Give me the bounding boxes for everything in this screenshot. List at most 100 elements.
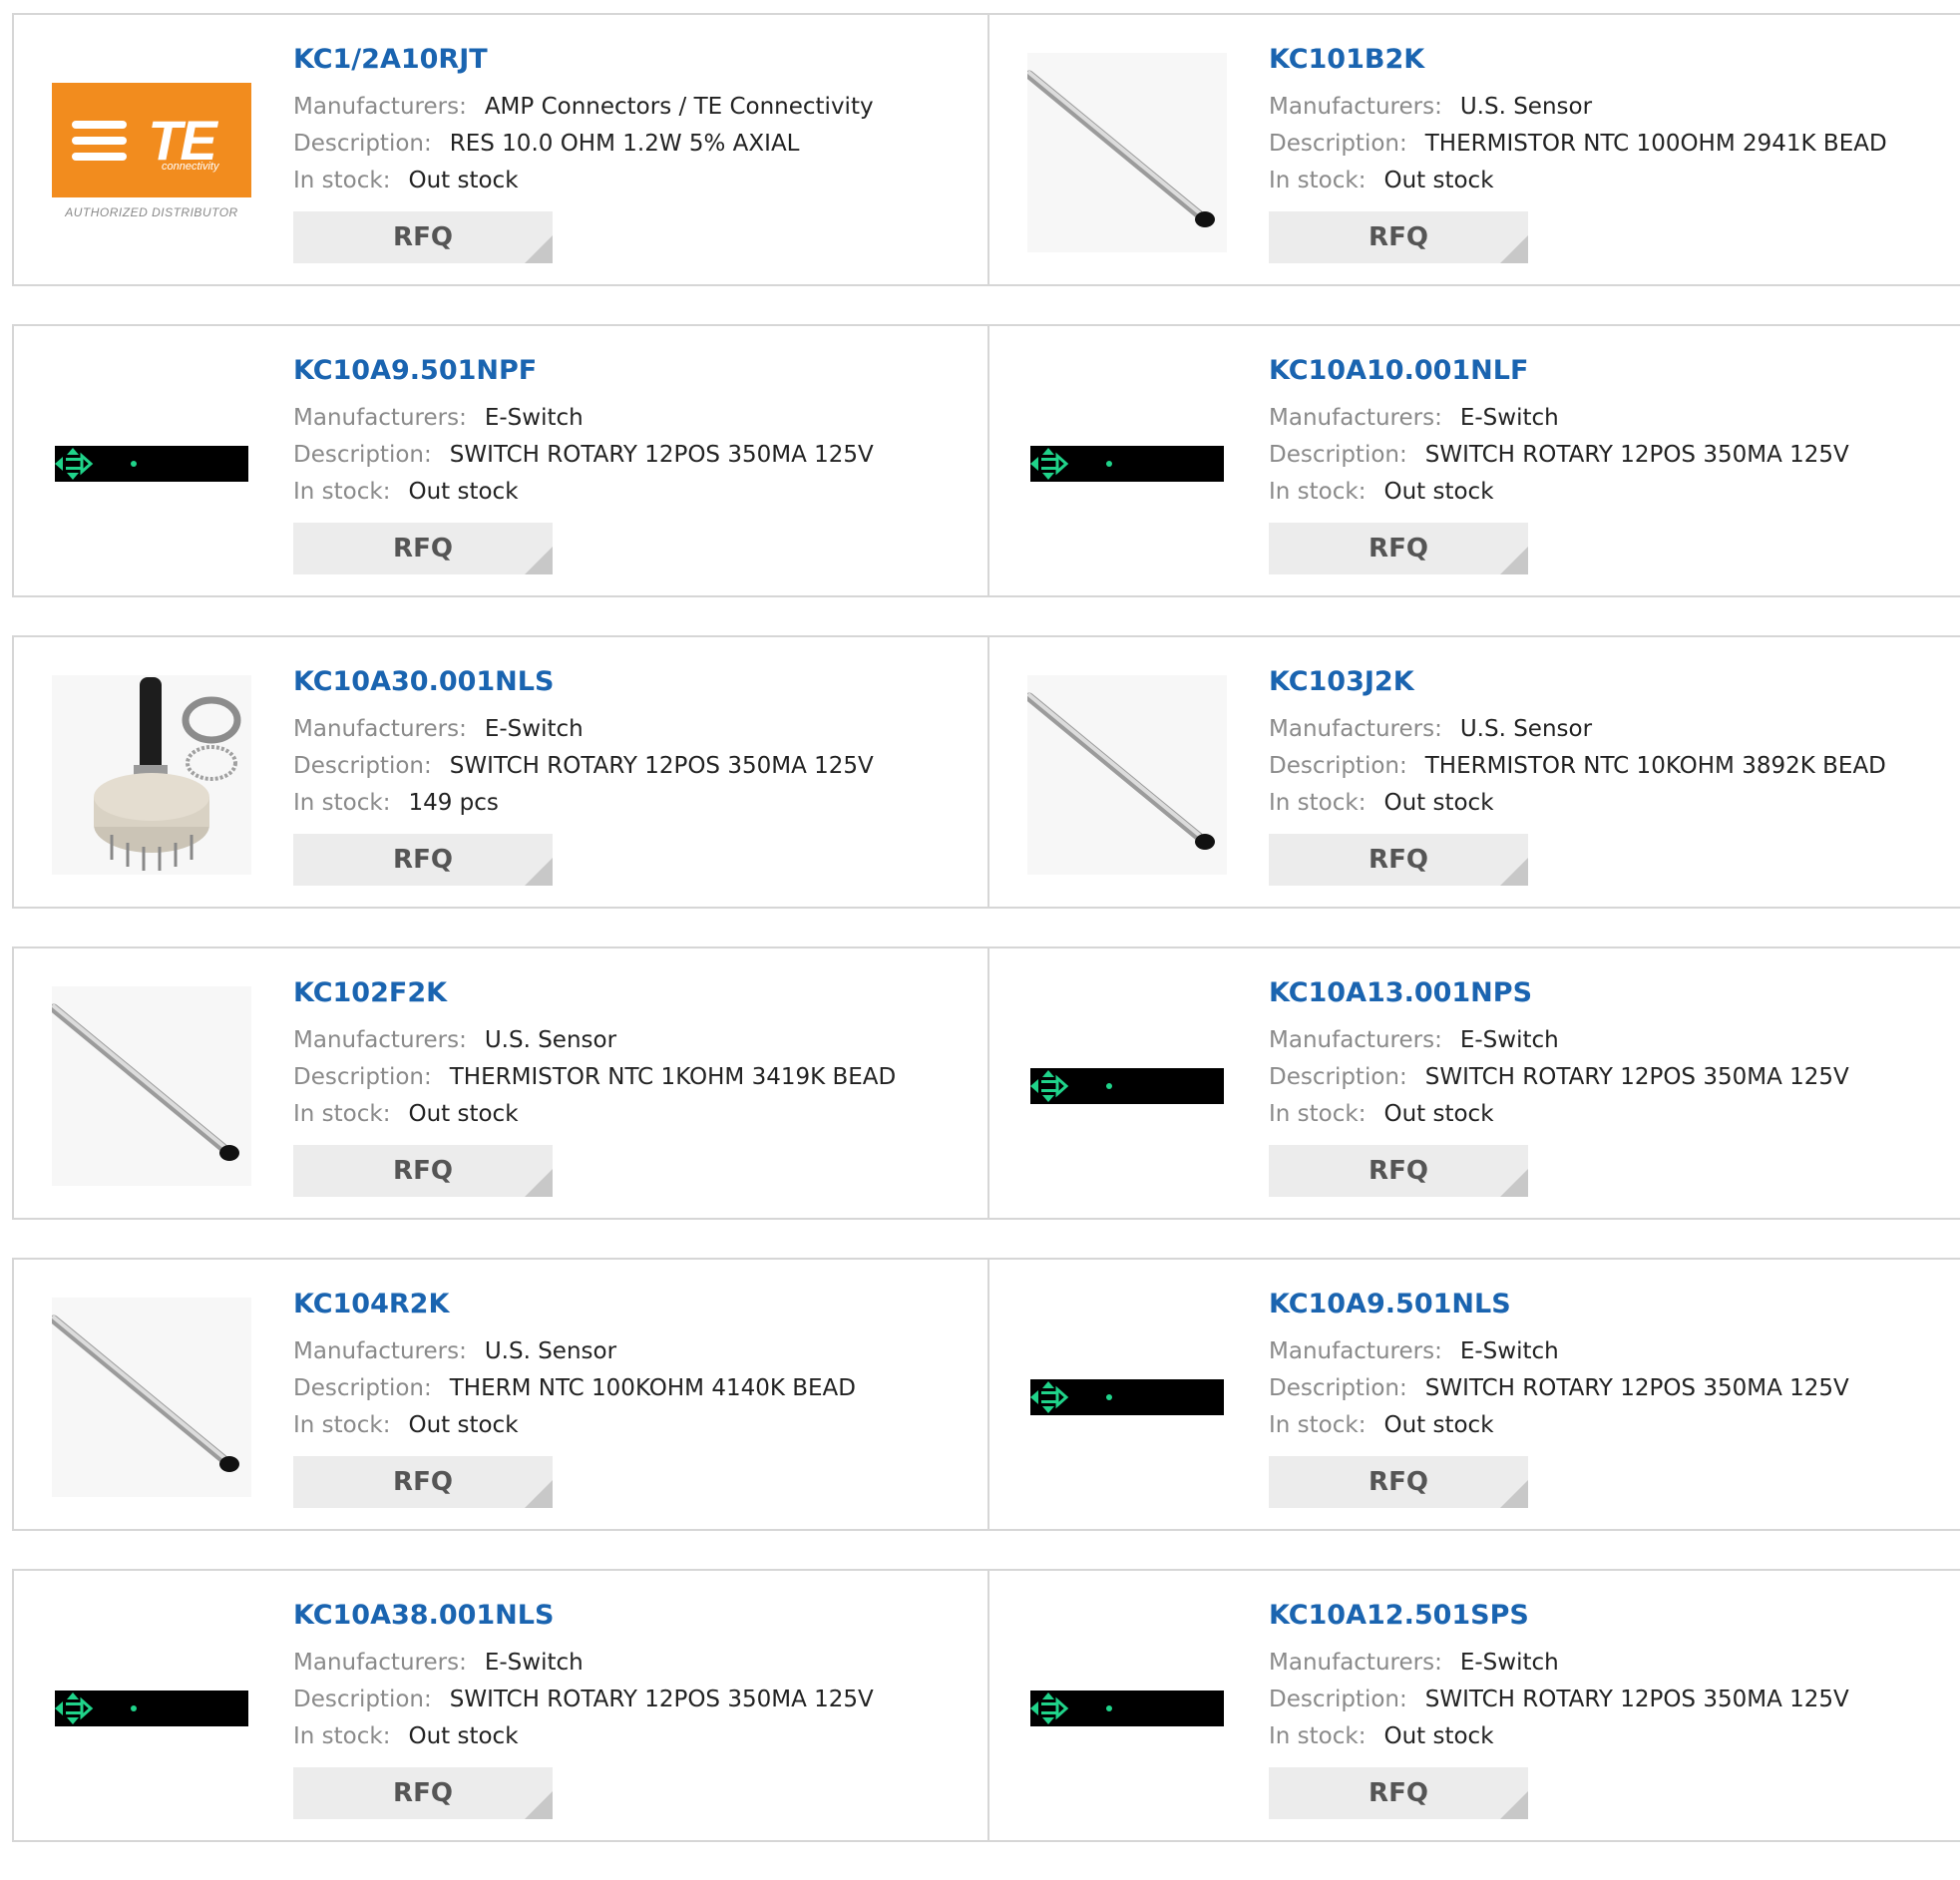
product-image[interactable] [49, 986, 251, 1186]
part-number-link[interactable]: KC10A13.001NPS [1269, 976, 1952, 1010]
rfq-corner [525, 1169, 553, 1197]
indicator-dot [1106, 461, 1112, 467]
rfq-corner [1500, 235, 1528, 263]
description-line: Description: SWITCH ROTARY 12POS 350MA 12… [1269, 1059, 1952, 1096]
thermistor-photo [1024, 53, 1227, 252]
description-label: Description: [293, 442, 432, 468]
rfq-label: RFQ [1369, 1778, 1428, 1808]
product-image[interactable] [1027, 1609, 1227, 1808]
description-label: Description: [1269, 1375, 1407, 1401]
part-number-link[interactable]: KC10A38.001NLS [293, 1599, 978, 1633]
product-image[interactable] [52, 1609, 251, 1808]
description-line: Description: THERMISTOR NTC 1KOHM 3419K B… [293, 1059, 978, 1096]
stock-value: Out stock [1383, 479, 1494, 505]
indicator-dot [1106, 1394, 1112, 1400]
stock-line: In stock: Out stock [293, 1718, 978, 1755]
thermistor-icon [1024, 692, 1215, 850]
switch-strip-image [55, 446, 248, 482]
stock-label: In stock: [293, 1412, 391, 1438]
stock-value: Out stock [408, 1723, 519, 1749]
description-value: THERMISTOR NTC 10KOHM 3892K BEAD [1424, 753, 1886, 779]
rfq-button[interactable]: RFQ [1269, 1767, 1528, 1819]
arrow-updown-icon [55, 1692, 94, 1724]
description-label: Description: [293, 1375, 432, 1401]
rfq-button[interactable]: RFQ [1269, 211, 1528, 263]
product-card: KC102F2K Manufacturers: U.S. Sensor Descr… [14, 948, 989, 1218]
manufacturer-line: Manufacturers: E-Switch [293, 400, 978, 437]
product-card: KC103J2K Manufacturers: U.S. Sensor Descr… [989, 637, 1960, 907]
description-label: Description: [293, 1687, 432, 1712]
stock-label: In stock: [1269, 1412, 1367, 1438]
stock-value: Out stock [1383, 1412, 1494, 1438]
description-line: Description: THERM NTC 100KOHM 4140K BEAD [293, 1370, 978, 1407]
rfq-button[interactable]: RFQ [1269, 1456, 1528, 1508]
rfq-corner [525, 235, 553, 263]
te-logo-bars [72, 121, 127, 169]
rfq-corner [525, 1791, 553, 1819]
manufacturer-value: E-Switch [484, 716, 584, 742]
rfq-button[interactable]: RFQ [293, 523, 553, 574]
product-image[interactable] [1024, 675, 1227, 875]
manufacturer-value: AMP Connectors / TE Connectivity [484, 94, 874, 120]
product-info: KC10A30.001NLS Manufacturers: E-Switch De… [293, 665, 978, 886]
product-image[interactable]: TE connectivity AUTHORIZED DISTRIBUTOR [52, 53, 251, 252]
part-number-link[interactable]: KC10A30.001NLS [293, 665, 978, 699]
stock-value: Out stock [408, 1412, 519, 1438]
stock-line: In stock: Out stock [1269, 474, 1952, 511]
product-row: KC10A9.501NPF Manufacturers: E-Switch Des… [12, 324, 1960, 597]
rfq-label: RFQ [393, 1156, 453, 1186]
manufacturer-line: Manufacturers: U.S. Sensor [1269, 89, 1952, 126]
rfq-button[interactable]: RFQ [1269, 523, 1528, 574]
part-number-link[interactable]: KC101B2K [1269, 43, 1952, 77]
part-number-link[interactable]: KC10A9.501NLS [1269, 1288, 1952, 1321]
rfq-corner [525, 1480, 553, 1508]
rotary-switch-photo [52, 675, 251, 875]
description-line: Description: SWITCH ROTARY 12POS 350MA 12… [1269, 437, 1952, 474]
part-number-link[interactable]: KC10A9.501NPF [293, 354, 978, 388]
product-image[interactable] [49, 1298, 251, 1497]
rfq-button[interactable]: RFQ [293, 1456, 553, 1508]
part-number-link[interactable]: KC102F2K [293, 976, 978, 1010]
part-number-link[interactable]: KC10A12.501SPS [1269, 1599, 1952, 1633]
stock-value: Out stock [408, 168, 519, 193]
product-image[interactable] [1027, 364, 1227, 564]
manufacturer-value: E-Switch [484, 405, 584, 431]
product-image[interactable] [52, 364, 251, 564]
rfq-label: RFQ [1369, 845, 1428, 875]
rfq-button[interactable]: RFQ [1269, 834, 1528, 886]
product-image[interactable] [1027, 986, 1227, 1186]
product-card: KC10A12.501SPS Manufacturers: E-Switch De… [989, 1571, 1960, 1840]
rfq-label: RFQ [393, 534, 453, 564]
manufacturer-line: Manufacturers: E-Switch [293, 1645, 978, 1682]
manufacturer-label: Manufacturers: [293, 94, 467, 120]
rfq-button[interactable]: RFQ [293, 1767, 553, 1819]
description-line: Description: SWITCH ROTARY 12POS 350MA 12… [1269, 1370, 1952, 1407]
product-row: TE connectivity AUTHORIZED DISTRIBUTOR KC1… [12, 13, 1960, 286]
rfq-button[interactable]: RFQ [293, 211, 553, 263]
product-image[interactable] [52, 675, 251, 875]
rfq-button[interactable]: RFQ [293, 1145, 553, 1197]
manufacturer-value: U.S. Sensor [484, 1338, 617, 1364]
manufacturer-label: Manufacturers: [293, 1650, 467, 1676]
stock-value: Out stock [1383, 168, 1494, 193]
manufacturer-value: E-Switch [1459, 1027, 1559, 1053]
description-label: Description: [1269, 131, 1407, 157]
manufacturer-label: Manufacturers: [293, 405, 467, 431]
rfq-corner [525, 858, 553, 886]
arrow-updown-icon [1030, 448, 1069, 480]
part-number-link[interactable]: KC104R2K [293, 1288, 978, 1321]
part-number-link[interactable]: KC1/2A10RJT [293, 43, 978, 77]
part-number-link[interactable]: KC10A10.001NLF [1269, 354, 1952, 388]
product-image[interactable] [1024, 53, 1227, 252]
part-number-link[interactable]: KC103J2K [1269, 665, 1952, 699]
stock-label: In stock: [293, 1101, 391, 1127]
stock-label: In stock: [293, 1723, 391, 1749]
manufacturer-line: Manufacturers: E-Switch [293, 711, 978, 748]
thermistor-photo [49, 1298, 251, 1497]
rfq-button[interactable]: RFQ [1269, 1145, 1528, 1197]
rfq-button[interactable]: RFQ [293, 834, 553, 886]
product-image[interactable] [1027, 1298, 1227, 1497]
product-grid: TE connectivity AUTHORIZED DISTRIBUTOR KC1… [12, 13, 1960, 1880]
description-label: Description: [293, 753, 432, 779]
manufacturer-label: Manufacturers: [1269, 1027, 1442, 1053]
